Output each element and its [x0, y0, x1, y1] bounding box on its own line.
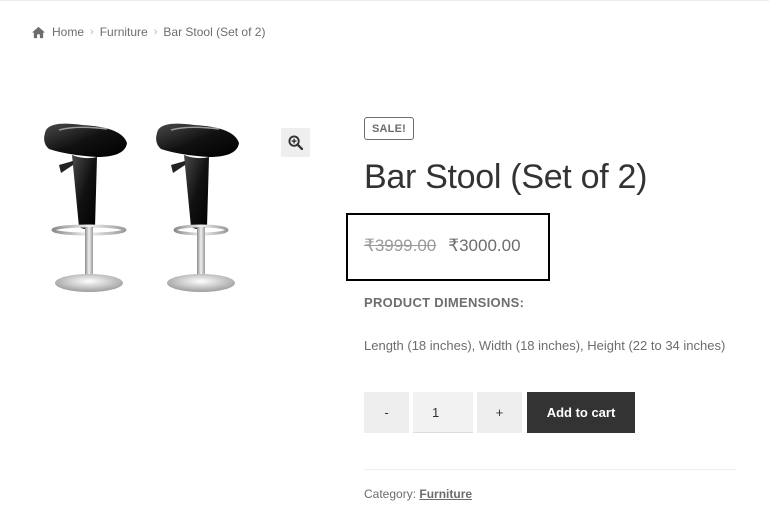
magnifier-plus-icon — [288, 135, 303, 150]
home-icon[interactable] — [31, 26, 46, 39]
quantity-decrease-button[interactable]: - — [364, 392, 409, 433]
top-divider — [0, 0, 769, 1]
quantity-input[interactable] — [413, 392, 473, 433]
product-title: Bar Stool (Set of 2) — [364, 158, 648, 196]
product-image[interactable] — [37, 115, 317, 305]
dimensions-heading: PRODUCT DIMENSIONS: — [364, 295, 525, 310]
breadcrumb-current: Bar Stool (Set of 2) — [163, 25, 266, 39]
category-link[interactable]: Furniture — [419, 487, 472, 501]
meta-divider — [364, 469, 736, 470]
product-page: Home › Furniture › Bar Stool (Set of 2) — [0, 0, 769, 532]
zoom-button[interactable] — [281, 128, 310, 157]
breadcrumb-home-link[interactable]: Home — [52, 25, 84, 39]
original-price: ₹3999.00 — [364, 236, 437, 255]
breadcrumb-separator-icon: › — [153, 26, 158, 38]
bar-stools-image — [44, 123, 239, 292]
price: ₹3999.00 ₹3000.00 — [364, 236, 521, 256]
breadcrumb-furniture-link[interactable]: Furniture — [100, 25, 148, 39]
category-label: Category: — [364, 487, 417, 501]
add-to-cart-button[interactable]: Add to cart — [527, 392, 635, 433]
sale-price: ₹3000.00 — [448, 236, 521, 255]
product-meta: Category: Furniture — [364, 487, 472, 501]
breadcrumb-separator-icon: › — [90, 26, 94, 38]
dimensions-text: Length (18 inches), Width (18 inches), H… — [364, 338, 726, 353]
breadcrumb: Home › Furniture › Bar Stool (Set of 2) — [31, 25, 265, 39]
sale-badge: SALE! — [364, 117, 414, 140]
quantity-increase-button[interactable]: + — [477, 392, 522, 433]
